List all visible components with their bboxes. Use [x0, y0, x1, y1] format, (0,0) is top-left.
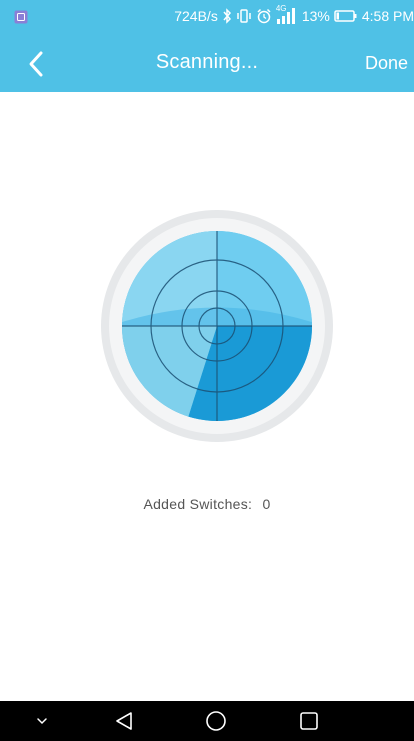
radar-scan-icon — [101, 210, 333, 442]
system-nav-bar — [0, 701, 414, 741]
battery-icon — [334, 10, 357, 22]
done-button[interactable]: Done — [365, 53, 408, 74]
home-circle-icon — [206, 711, 226, 731]
added-switches-count: 0 — [262, 496, 271, 512]
app-bar: Scanning... Done — [0, 34, 414, 92]
chevron-down-icon — [37, 718, 47, 725]
battery-percent: 13% — [301, 8, 330, 24]
nav-recents-button[interactable] — [294, 701, 324, 741]
alarm-icon — [257, 8, 271, 24]
back-triangle-icon — [116, 712, 132, 730]
nav-home-button[interactable] — [201, 701, 231, 741]
signal-icon — [276, 8, 295, 24]
hide-nav-button[interactable] — [30, 701, 54, 741]
clock: 4:58 PM — [361, 8, 414, 24]
added-switches-label: Added Switches: 0 — [0, 496, 414, 512]
signal-indicator: 4G — [276, 4, 298, 25]
status-bar: 724B/s 4G 13% 4:58 PM — [0, 0, 414, 34]
status-icons: 724B/s 4G 13% 4:58 PM — [174, 4, 414, 25]
vibrate-icon — [237, 9, 251, 23]
added-switches-text: Added Switches: — [143, 496, 253, 512]
notification-icon — [14, 10, 28, 24]
bluetooth-icon — [223, 8, 231, 24]
nav-back-button[interactable] — [109, 701, 139, 741]
recents-square-icon — [300, 712, 318, 730]
network-speed: 724B/s — [174, 8, 218, 24]
page-title: Scanning... — [155, 51, 259, 73]
